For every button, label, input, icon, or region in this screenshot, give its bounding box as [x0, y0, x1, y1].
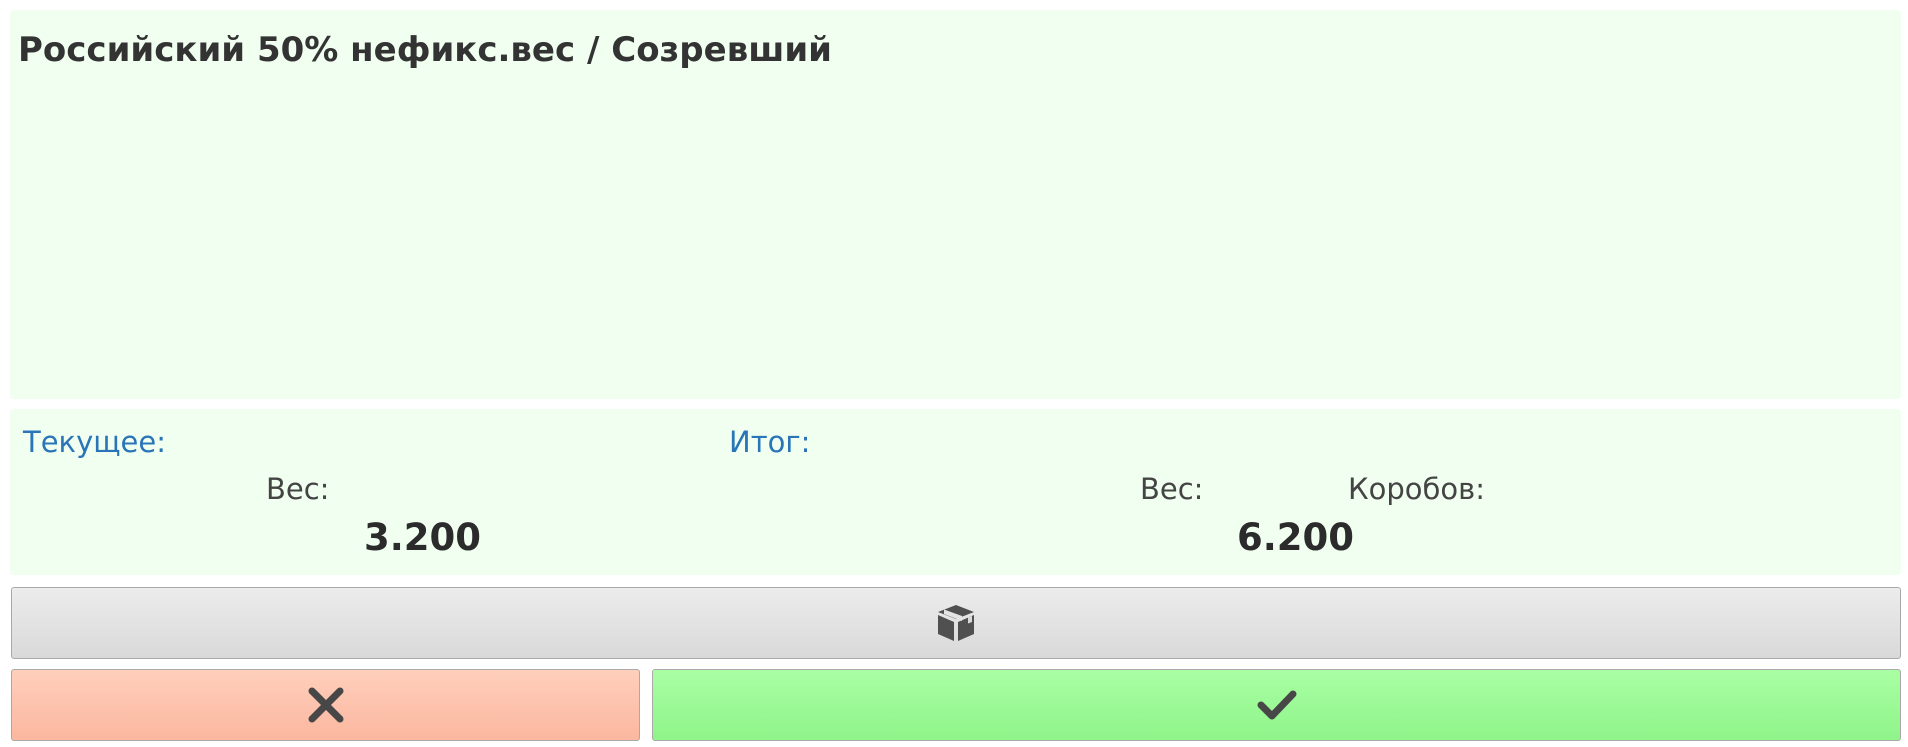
current-weight-label: Вес: [266, 472, 330, 506]
box-icon [938, 605, 974, 641]
cancel-button[interactable] [11, 669, 640, 741]
confirm-button[interactable] [652, 669, 1901, 741]
current-section-label: Текущее: [23, 425, 167, 459]
product-header-panel: Российский 50% нефикс.вес / Созревший [10, 10, 1901, 399]
weight-info-panel: Текущее: Вес: 3.200 Итог: Вес: 6.200 Кор… [10, 409, 1901, 575]
total-boxes-label: Коробов: [1348, 472, 1485, 506]
total-weight-label: Вес: [1140, 472, 1204, 506]
product-title: Российский 50% нефикс.вес / Созревший [18, 30, 832, 70]
current-weight-value: 3.200 [364, 516, 482, 559]
checkmark-icon [1257, 690, 1296, 720]
total-weight-value: 6.200 [1237, 516, 1355, 559]
total-section-label: Итог: [729, 425, 811, 459]
close-icon [308, 687, 343, 723]
add-box-button[interactable] [11, 587, 1901, 659]
